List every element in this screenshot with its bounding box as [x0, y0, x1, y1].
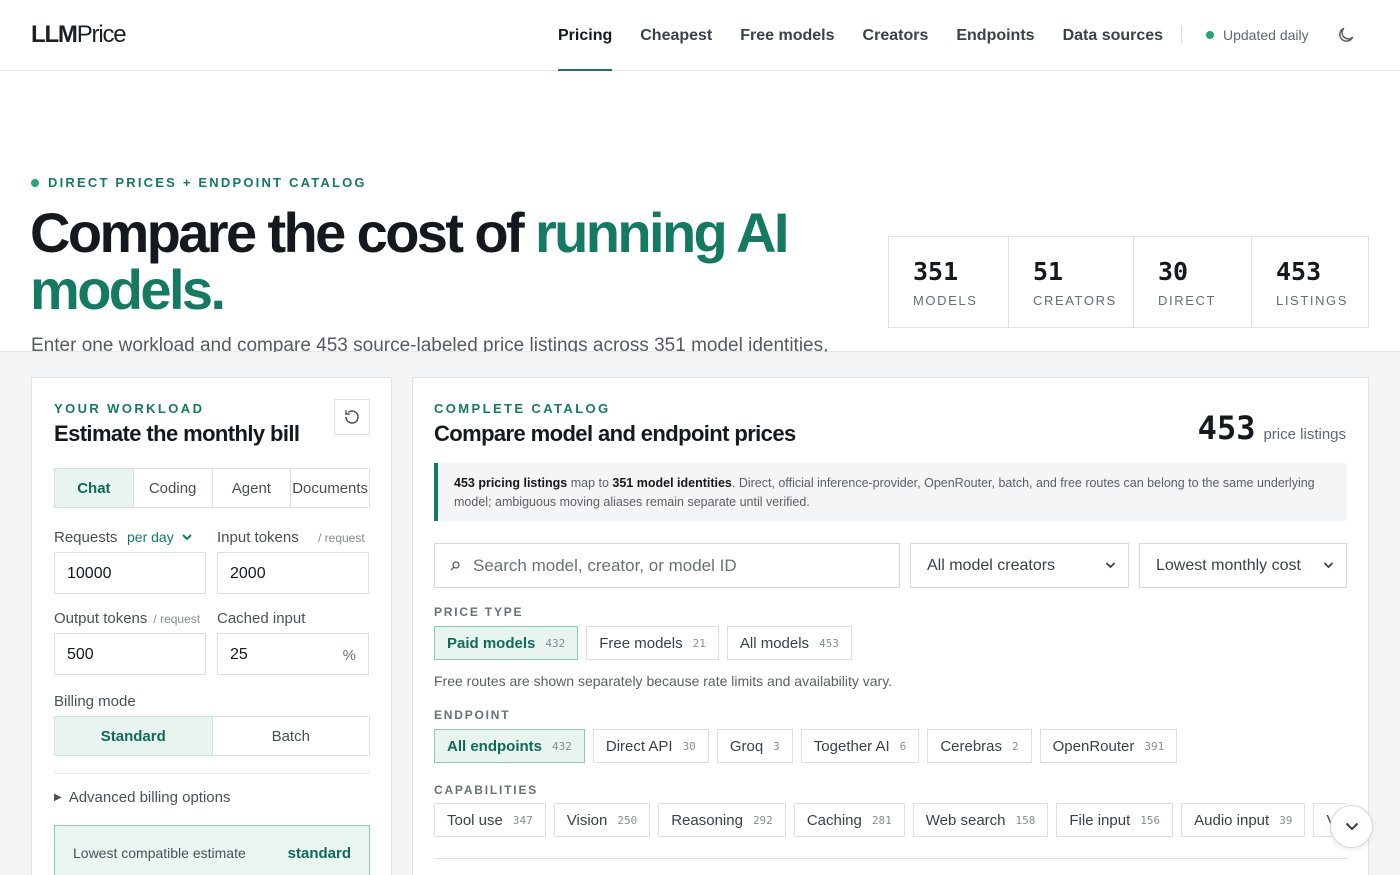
chip-cerebras[interactable]: Cerebras 2 — [927, 729, 1032, 763]
eyebrow-dot-icon — [31, 178, 39, 187]
catalog-panel: COMPLETE CATALOG Compare model and endpo… — [412, 377, 1369, 875]
nav-pricing[interactable]: Pricing — [558, 0, 613, 71]
top-header: LLMPrice Pricing Cheapest Free models Cr… — [0, 0, 1400, 71]
scroll-down-button[interactable] — [1330, 805, 1373, 848]
stat-direct: 30 DIRECT — [1134, 237, 1252, 327]
listing-count: 453 price listings — [1197, 409, 1346, 447]
chevron-down-icon — [1105, 562, 1116, 569]
input-tokens-input[interactable]: 2000 — [217, 552, 369, 594]
estimate-mode-tag: standard — [287, 845, 351, 862]
content-area: YOUR WORKLOAD Estimate the monthly bill … — [0, 352, 1400, 875]
results-divider — [434, 858, 1347, 859]
divider — [54, 773, 370, 774]
workload-tabs: Chat Coding Agent Documents — [54, 468, 370, 508]
chip-all-endpoints[interactable]: All endpoints 432 — [434, 729, 585, 763]
chip-reasoning[interactable]: Reasoning 292 — [658, 803, 786, 837]
chevron-down-icon — [181, 533, 192, 540]
nav-divider — [1181, 26, 1182, 44]
cached-input-field[interactable]: 25% — [217, 633, 369, 675]
chip-web-search[interactable]: Web search 158 — [912, 803, 1049, 837]
hero-section: DIRECT PRICES + ENDPOINT CATALOG Compare… — [0, 71, 1400, 386]
updated-status: Updated daily — [1206, 27, 1309, 43]
billing-mode-label: Billing mode — [54, 693, 136, 710]
free-routes-note: Free routes are shown separately because… — [434, 673, 893, 689]
main-nav: Pricing Cheapest Free models Creators En… — [558, 0, 1191, 71]
price-type-label: PRICE TYPE — [434, 605, 524, 619]
billing-mode-toggle: Standard Batch — [54, 716, 370, 756]
chip-paid-models[interactable]: Paid models 432 — [434, 626, 579, 660]
percent-suffix: % — [342, 647, 356, 664]
chip-tool-use[interactable]: Tool use 347 — [434, 803, 546, 837]
creator-select[interactable]: All model creators — [910, 543, 1129, 588]
chevron-down-icon — [1345, 822, 1358, 831]
chip-audio-input[interactable]: Audio input 39 — [1181, 803, 1306, 837]
price-type-chips: Paid models 432 Free models 21 All models 4… — [434, 626, 860, 660]
disclosure-triangle-icon: ▶ — [54, 792, 62, 803]
nav-endpoints[interactable]: Endpoints — [956, 0, 1034, 71]
chip-file-input[interactable]: File input 156 — [1056, 803, 1174, 837]
stat-creators: 51 CREATORS — [1009, 237, 1134, 327]
nav-cheapest[interactable]: Cheapest — [640, 0, 712, 71]
workload-kicker: YOUR WORKLOAD — [54, 401, 205, 416]
workload-heading: YOUR WORKLOAD Estimate the monthly bill — [54, 401, 300, 447]
chip-vision[interactable]: Vision 250 — [553, 803, 651, 837]
hero-title: Compare the cost of running AI models. — [30, 201, 789, 321]
sort-select[interactable]: Lowest monthly cost — [1139, 543, 1347, 588]
capabilities-label: CAPABILITIES — [434, 783, 539, 797]
chip-all-models[interactable]: All models 453 — [726, 626, 852, 660]
chip-openrouter[interactable]: OpenRouter 391 — [1039, 729, 1178, 763]
chip-direct-api[interactable]: Direct API 30 — [592, 729, 709, 763]
output-tokens-input[interactable]: 500 — [54, 633, 206, 675]
catalog-kicker: COMPLETE CATALOG — [434, 401, 611, 416]
updated-label: Updated daily — [1223, 27, 1309, 43]
billing-standard-button[interactable]: Standard — [55, 717, 213, 755]
catalog-notice: 453 pricing listings map to 351 model id… — [434, 463, 1347, 521]
input-tokens-unit: / request — [318, 531, 365, 545]
chip-groq[interactable]: Groq 3 — [716, 729, 793, 763]
billing-batch-button[interactable]: Batch — [213, 717, 370, 755]
requests-label: Requests — [54, 529, 118, 546]
endpoint-label: ENDPOINT — [434, 708, 511, 722]
output-tokens-label: Output tokens / request — [54, 610, 201, 627]
estimate-box: Lowest compatible estimate standard — [54, 825, 370, 875]
cached-input-label: Cached input — [217, 610, 306, 627]
logo[interactable]: LLMPrice — [31, 21, 127, 49]
stat-models: 351 MODELS — [889, 237, 1009, 327]
tab-coding[interactable]: Coding — [134, 469, 213, 507]
hero-eyebrow: DIRECT PRICES + ENDPOINT CATALOG — [31, 175, 367, 190]
stat-listings: 453 LISTINGS — [1276, 257, 1349, 308]
catalog-title: Compare model and endpoint prices — [434, 421, 796, 446]
requests-input[interactable]: 10000 — [54, 552, 206, 594]
advanced-billing-toggle[interactable]: ▶ Advanced billing options — [54, 789, 230, 806]
tab-agent[interactable]: Agent — [213, 469, 292, 507]
nav-data-sources[interactable]: Data sources — [1063, 0, 1164, 71]
stats-box: 351 MODELS 51 CREATORS 30 DIRECT 453 LISTING… — [888, 236, 1369, 328]
chip-caching[interactable]: Caching 281 — [793, 803, 905, 837]
search-placeholder: Search model, creator, or model ID — [473, 555, 737, 575]
chip-free-models[interactable]: Free models 21 — [586, 626, 719, 660]
tab-documents[interactable]: Documents — [291, 469, 369, 507]
status-dot-icon — [1206, 31, 1214, 39]
workload-title: Estimate the monthly bill — [54, 421, 300, 446]
search-icon — [450, 560, 460, 570]
input-tokens-label: Input tokens — [217, 529, 299, 546]
search-input[interactable]: Search model, creator, or model ID — [434, 543, 900, 588]
refresh-icon — [345, 410, 359, 424]
workload-panel: YOUR WORKLOAD Estimate the monthly bill … — [31, 377, 392, 875]
requests-period-select[interactable]: per day — [127, 529, 192, 545]
capabilities-scroller: Tool use 347 Vision 250 Reasoning 292 Cachi… — [434, 803, 1347, 843]
chip-together-ai[interactable]: Together AI 6 — [800, 729, 920, 763]
nav-creators[interactable]: Creators — [863, 0, 929, 71]
endpoint-chips: All endpoints 432 Direct API 30 Groq 3 Toge… — [434, 729, 1185, 763]
chevron-down-icon — [1323, 562, 1334, 569]
estimate-label: Lowest compatible estimate — [73, 845, 246, 861]
moon-icon[interactable] — [1336, 25, 1356, 45]
catalog-heading: COMPLETE CATALOG Compare model and endpo… — [434, 401, 796, 447]
capabilities-chips: Tool use 347 Vision 250 Reasoning 292 Cachi… — [434, 803, 1347, 837]
nav-free-models[interactable]: Free models — [740, 0, 834, 71]
reset-button[interactable] — [334, 399, 370, 435]
tab-chat[interactable]: Chat — [55, 469, 134, 507]
